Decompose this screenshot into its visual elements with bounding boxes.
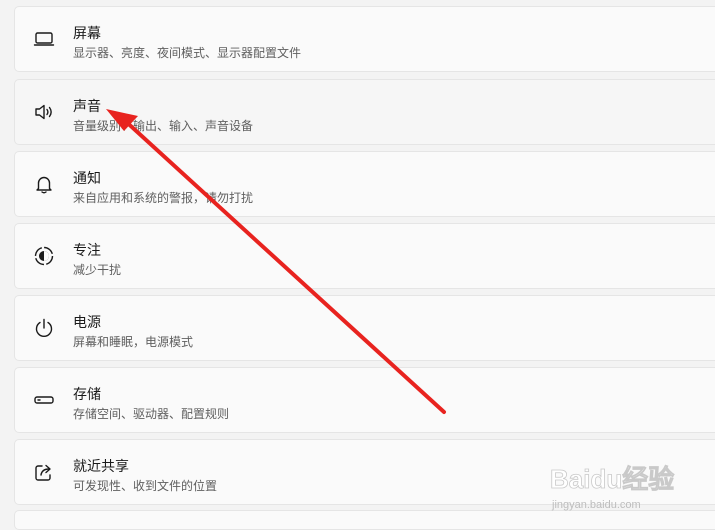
focus-icon	[32, 244, 56, 268]
monitor-icon	[32, 27, 56, 51]
settings-item-title: 专注	[73, 242, 101, 258]
settings-item-description: 屏幕和睡眠，电源模式	[73, 335, 194, 349]
settings-item-notifications[interactable]: 通知 来自应用和系统的警报，请勿打扰	[14, 151, 715, 217]
speaker-icon	[32, 100, 56, 124]
settings-item-power[interactable]: 电源 屏幕和睡眠，电源模式	[14, 295, 715, 361]
settings-item-title: 就近共享	[73, 458, 129, 474]
settings-item-nearby-sharing[interactable]: 就近共享 可发现性、收到文件的位置	[14, 439, 715, 505]
settings-item-focus[interactable]: 专注 减少干扰	[14, 223, 715, 289]
bell-icon	[32, 172, 56, 196]
settings-item-description: 存储空间、驱动器、配置规则	[73, 407, 230, 421]
settings-item-description: 显示器、亮度、夜间模式、显示器配置文件	[73, 46, 302, 60]
power-icon	[32, 316, 56, 340]
settings-item-description: 音量级别、输出、输入、声音设备	[73, 119, 254, 133]
settings-item-title: 声音	[73, 98, 101, 114]
settings-item-title: 存储	[73, 386, 101, 402]
settings-item-title: 电源	[73, 314, 101, 330]
settings-item-sound[interactable]: 声音 音量级别、输出、输入、声音设备	[14, 79, 715, 145]
settings-item-title: 屏幕	[73, 25, 101, 41]
settings-item-storage[interactable]: 存储 存储空间、驱动器、配置规则	[14, 367, 715, 433]
settings-item-description: 来自应用和系统的警报，请勿打扰	[73, 191, 254, 205]
settings-item-display[interactable]: 屏幕 显示器、亮度、夜间模式、显示器配置文件	[14, 6, 715, 72]
storage-icon	[32, 388, 56, 412]
settings-item-description: 减少干扰	[73, 263, 122, 277]
settings-item-partial[interactable]	[14, 510, 715, 530]
settings-item-description: 可发现性、收到文件的位置	[73, 479, 218, 493]
settings-item-title: 通知	[73, 170, 101, 186]
share-icon	[32, 460, 56, 484]
